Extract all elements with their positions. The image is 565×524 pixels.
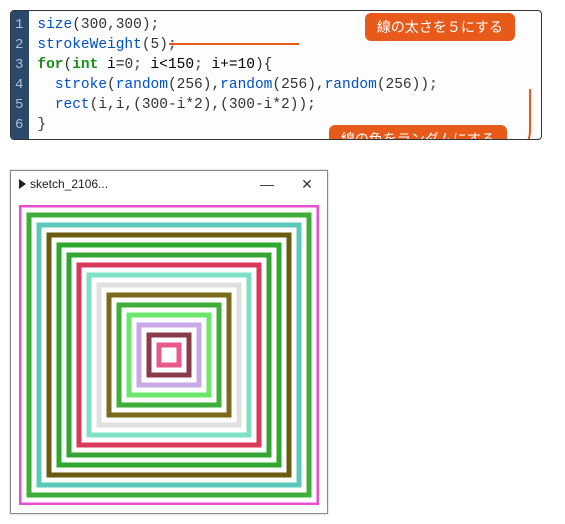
kw-for: for bbox=[37, 57, 63, 73]
fn-size: size bbox=[37, 17, 72, 33]
canvas bbox=[11, 197, 327, 513]
callout-stroke-weight: 線の太さを５にする bbox=[365, 13, 515, 41]
callout-stroke-color: 線の色をランダムにする bbox=[329, 125, 507, 140]
close-button[interactable]: ✕ bbox=[287, 176, 327, 193]
callout-arrow-top bbox=[169, 43, 299, 45]
play-icon bbox=[19, 179, 26, 189]
callout-arrow-bottom bbox=[499, 89, 531, 140]
code-editor: 123456 size(300,300); strokeWeight(5); f… bbox=[10, 10, 542, 140]
fn-stroke: stroke bbox=[55, 77, 107, 93]
minimize-button[interactable]: — bbox=[247, 176, 287, 192]
titlebar[interactable]: sketch_2106... — ✕ bbox=[11, 171, 327, 197]
window-title: sketch_2106... bbox=[30, 177, 108, 191]
fn-rect: rect bbox=[55, 97, 90, 113]
output-window: sketch_2106... — ✕ bbox=[10, 170, 328, 514]
line-gutter: 123456 bbox=[11, 11, 29, 139]
sketch-output bbox=[19, 205, 319, 505]
fn-strokeweight: strokeWeight bbox=[37, 37, 141, 53]
